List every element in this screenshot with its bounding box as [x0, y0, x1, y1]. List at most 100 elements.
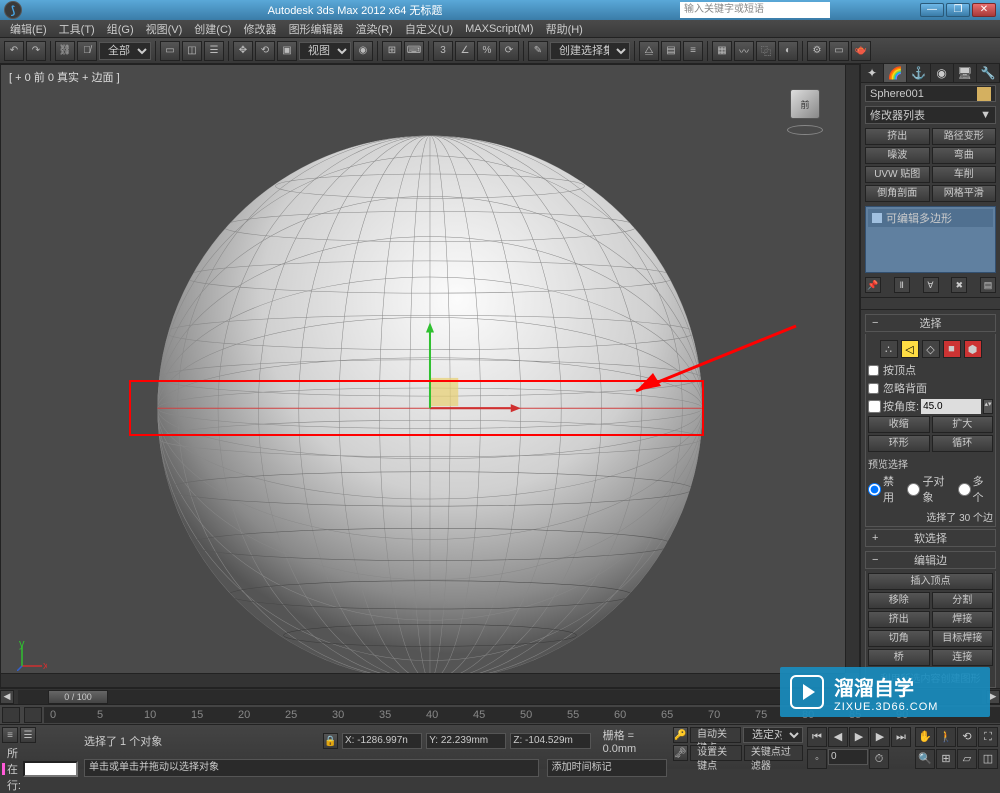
goto-start-button[interactable]: ⏮ — [807, 727, 827, 747]
unlink-button[interactable]: ⛓̸ — [77, 41, 97, 61]
rollout-softsel[interactable]: +软选择 — [865, 529, 996, 547]
mod-pathdeform[interactable]: 路径变形 — [932, 128, 997, 145]
timeslider-thumb[interactable]: 0 / 100 — [48, 690, 108, 704]
viewport-hscroll[interactable] — [1, 673, 845, 687]
restore-button[interactable]: ❐ — [946, 3, 970, 17]
next-frame-button[interactable]: ▶ — [870, 727, 890, 747]
menu-help[interactable]: 帮助(H) — [540, 21, 589, 37]
btn-extrude[interactable]: 挤出 — [868, 611, 930, 628]
spinsnap-button[interactable]: ⟳ — [499, 41, 519, 61]
chk-byvertex[interactable]: 按顶点 — [868, 362, 993, 378]
zoom-button[interactable]: 🔍 — [915, 749, 935, 769]
menu-create[interactable]: 创建(C) — [188, 21, 237, 37]
btn-ring[interactable]: 环形 — [868, 435, 930, 452]
coord-x[interactable]: X: -1286.997n — [342, 733, 422, 749]
btn-split[interactable]: 分割 — [932, 592, 994, 609]
current-frame[interactable]: 0 — [828, 749, 868, 765]
viewport-vscroll[interactable] — [845, 65, 859, 673]
script-mini-button[interactable]: ≡ — [2, 727, 18, 743]
zoomext-button[interactable]: ◫ — [978, 749, 998, 769]
tag-input[interactable] — [23, 761, 78, 777]
display-tab[interactable]: 🖥 — [954, 64, 977, 82]
subobj-vertex[interactable]: ∴ — [880, 340, 898, 358]
render-button[interactable]: 🫖 — [851, 41, 871, 61]
menu-maxscript[interactable]: MAXScript(M) — [459, 23, 539, 35]
viewport[interactable]: [ + 0 前 0 真实 + 边面 ] 前 — [0, 64, 860, 688]
btn-remove[interactable]: 移除 — [868, 592, 930, 609]
matedit-button[interactable]: ◐ — [778, 41, 798, 61]
chk-byangle[interactable] — [868, 400, 881, 413]
menu-grapheditor[interactable]: 图形编辑器 — [283, 21, 350, 37]
search-input[interactable]: 输入关键字或短语 — [680, 2, 830, 18]
coord-z[interactable]: Z: -104.529m — [510, 733, 590, 749]
coord-y[interactable]: Y: 22.239mm — [426, 733, 506, 749]
angle-spinner[interactable]: 45.0 — [921, 399, 981, 414]
radio-off[interactable]: 禁用 — [868, 473, 903, 505]
keyfilter-button[interactable]: 关键点过滤器 — [744, 745, 803, 761]
mod-lathe[interactable]: 车削 — [932, 166, 997, 183]
menu-render[interactable]: 渲染(R) — [350, 21, 399, 37]
fov-button[interactable]: ▱ — [957, 749, 977, 769]
radio-multi[interactable]: 多个 — [958, 473, 993, 505]
graphite-button[interactable]: ▦ — [712, 41, 732, 61]
subobj-element[interactable]: ⬢ — [964, 340, 982, 358]
btn-connect[interactable]: 连接 — [932, 649, 994, 666]
hierarchy-tab[interactable]: ⚓ — [907, 64, 930, 82]
rendersetup-button[interactable]: ⚙ — [807, 41, 827, 61]
menu-edit[interactable]: 编辑(E) — [4, 21, 53, 37]
keymode-button[interactable]: ⌨ — [404, 41, 424, 61]
select-rect-button[interactable]: ◫ — [182, 41, 202, 61]
move-button[interactable]: ✥ — [233, 41, 253, 61]
subobj-border[interactable]: ◇ — [922, 340, 940, 358]
configure-button[interactable]: ▤ — [980, 277, 996, 293]
layer-button[interactable]: ≡ — [683, 41, 703, 61]
menu-group[interactable]: 组(G) — [101, 21, 140, 37]
tag-color[interactable] — [2, 763, 5, 775]
show-end-button[interactable]: Ⅱ — [894, 277, 910, 293]
pin-stack-button[interactable]: 📌 — [865, 277, 881, 293]
minimize-button[interactable]: — — [920, 3, 944, 17]
time-config-button[interactable]: ⏱ — [869, 749, 889, 769]
menu-view[interactable]: 视图(V) — [140, 21, 189, 37]
create-tab[interactable]: ✦ — [861, 64, 884, 82]
remove-mod-button[interactable]: ✖ — [951, 277, 967, 293]
select-button[interactable]: ▭ — [160, 41, 180, 61]
autokey-button[interactable]: 自动关键点 — [690, 727, 741, 743]
btn-targetweld[interactable]: 目标焊接 — [932, 630, 994, 647]
chk-ignoreback[interactable]: 忽略背面 — [868, 380, 993, 396]
object-color-swatch[interactable] — [977, 87, 991, 101]
mod-bend[interactable]: 弯曲 — [932, 147, 997, 164]
mod-chamferprofile[interactable]: 倒角剖面 — [865, 185, 930, 202]
zoom-all-button[interactable]: ⊞ — [936, 749, 956, 769]
mod-noise[interactable]: 噪波 — [865, 147, 930, 164]
snap-button[interactable]: 3 — [433, 41, 453, 61]
editselset-button[interactable]: ✎ — [528, 41, 548, 61]
schematic-button[interactable]: ⿻ — [756, 41, 776, 61]
anglesnap-button[interactable]: ∠ — [455, 41, 475, 61]
mirror-button[interactable]: ⧋ — [639, 41, 659, 61]
setkey-button[interactable]: 设置关键点 — [690, 745, 742, 761]
object-name-field[interactable]: Sphere001 — [865, 85, 996, 102]
btn-grow[interactable]: 扩大 — [932, 416, 994, 433]
lock-button[interactable]: 🔒 — [323, 733, 338, 749]
unique-button[interactable]: ∀ — [923, 277, 939, 293]
setkey-icon[interactable]: 🔑 — [673, 727, 688, 743]
rollout-editedge[interactable]: −编辑边 — [865, 551, 996, 569]
modifier-stack[interactable]: 可编辑多边形 — [865, 206, 996, 273]
radio-subobj[interactable]: 子对象 — [907, 473, 953, 505]
menu-modifier[interactable]: 修改器 — [238, 21, 283, 37]
undo-button[interactable]: ↶ — [4, 41, 24, 61]
walk-button[interactable]: 🚶 — [936, 727, 956, 747]
pivot-button[interactable]: ◉ — [353, 41, 373, 61]
maximize-button[interactable]: ⛶ — [978, 727, 998, 747]
trackbar-filter[interactable] — [24, 707, 42, 723]
prev-frame-button[interactable]: ◀ — [828, 727, 848, 747]
key-mode-button[interactable]: ◦ — [807, 749, 827, 769]
subobj-polygon[interactable]: ■ — [943, 340, 961, 358]
subobj-edge[interactable]: ◁ — [901, 340, 919, 358]
align-button[interactable]: ▤ — [661, 41, 681, 61]
menu-customize[interactable]: 自定义(U) — [399, 21, 459, 37]
orbit-button[interactable]: ⟲ — [957, 727, 977, 747]
close-button[interactable]: ✕ — [972, 3, 996, 17]
keymode-select[interactable]: 选定对象 — [743, 727, 803, 743]
